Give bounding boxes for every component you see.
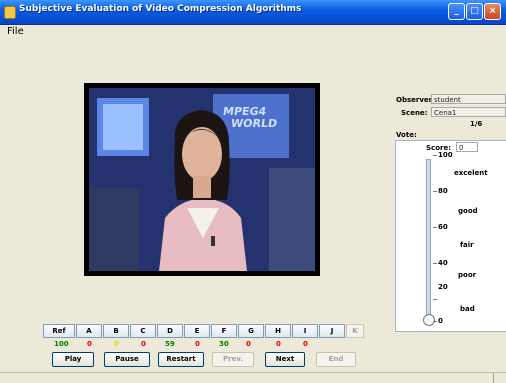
score-g: 0 — [246, 340, 251, 348]
sequence-button-h[interactable]: H — [265, 324, 291, 338]
presenter-image — [89, 88, 315, 271]
scene-field: Cena1 — [431, 107, 506, 117]
category-poor: poor — [458, 271, 477, 279]
score-ref: 100 — [54, 340, 69, 348]
minimize-button[interactable]: _ — [448, 3, 465, 20]
pause-button[interactable]: Pause — [104, 352, 150, 367]
maximize-icon: □ — [470, 6, 479, 16]
score-e: 0 — [195, 340, 200, 348]
tick-mark — [433, 263, 437, 264]
menu-bar: File — [0, 25, 506, 39]
category-excelent: excelent — [454, 169, 488, 177]
tick-mark — [433, 321, 437, 322]
close-button[interactable]: × — [484, 3, 501, 20]
sequence-button-b[interactable]: B — [103, 324, 129, 338]
vote-slider-track[interactable] — [426, 159, 431, 321]
end-button: End — [316, 352, 356, 367]
close-icon: × — [488, 6, 497, 16]
category-good: good — [458, 207, 478, 215]
title-bar[interactable]: Subjective Evaluation of Video Compressi… — [0, 0, 506, 25]
vote-label: Vote: — [396, 131, 417, 139]
score-h: 0 — [276, 340, 281, 348]
prev-button: Prev. — [212, 352, 254, 367]
window-title: Subjective Evaluation of Video Compressi… — [19, 4, 302, 14]
sequence-button-g[interactable]: G — [238, 324, 264, 338]
tick-label-80: 80 — [438, 187, 448, 195]
category-fair: fair — [460, 241, 474, 249]
sequence-button-c[interactable]: C — [130, 324, 156, 338]
scene-counter: 1/6 — [470, 120, 483, 128]
menu-file[interactable]: File — [7, 26, 24, 37]
tick-label-100: 100 — [438, 151, 453, 159]
score-i: 0 — [303, 340, 308, 348]
tick-label-0: 0 — [438, 317, 443, 325]
score-d: 59 — [165, 340, 175, 348]
maximize-button[interactable]: □ — [466, 3, 483, 20]
minimize-icon: _ — [454, 6, 459, 16]
tick-mark — [433, 299, 437, 300]
sequence-button-k: K — [346, 324, 364, 338]
tick-label-20: 20 — [438, 283, 448, 291]
tick-mark — [433, 227, 437, 228]
tick-mark — [433, 191, 437, 192]
category-bad: bad — [460, 305, 475, 313]
restart-button[interactable]: Restart — [158, 352, 204, 367]
vote-panel: Score: 0 100 80 60 40 20 0 excelent good… — [395, 140, 506, 332]
sequence-button-d[interactable]: D — [157, 324, 183, 338]
scene-label: Scene: — [401, 109, 428, 117]
monitor-text-2: WORLD — [230, 117, 279, 130]
monitor-text-1: MPEG4 — [222, 105, 268, 118]
score-input[interactable]: 0 — [456, 142, 478, 152]
observer-field: student — [431, 94, 506, 104]
app-icon — [4, 6, 16, 19]
play-button[interactable]: Play — [52, 352, 94, 367]
score-b: 0 — [114, 340, 119, 348]
video-player: MPEG4 WORLD — [84, 83, 320, 276]
status-bar — [0, 372, 506, 383]
sequence-button-i[interactable]: I — [292, 324, 318, 338]
score-a: 0 — [87, 340, 92, 348]
tick-label-60: 60 — [438, 223, 448, 231]
next-button[interactable]: Next — [265, 352, 305, 367]
tick-mark — [433, 155, 437, 156]
vote-slider-thumb[interactable] — [423, 314, 435, 326]
score-c: 0 — [141, 340, 146, 348]
tick-label-40: 40 — [438, 259, 448, 267]
observer-label: Observer: — [396, 96, 435, 104]
score-f: 30 — [219, 340, 229, 348]
sequence-button-f[interactable]: F — [211, 324, 237, 338]
sequence-button-ref[interactable]: Ref — [43, 324, 75, 338]
video-frame: MPEG4 WORLD — [89, 88, 315, 271]
sequence-button-j[interactable]: J — [319, 324, 345, 338]
sequence-button-a[interactable]: A — [76, 324, 102, 338]
sequence-button-e[interactable]: E — [184, 324, 210, 338]
